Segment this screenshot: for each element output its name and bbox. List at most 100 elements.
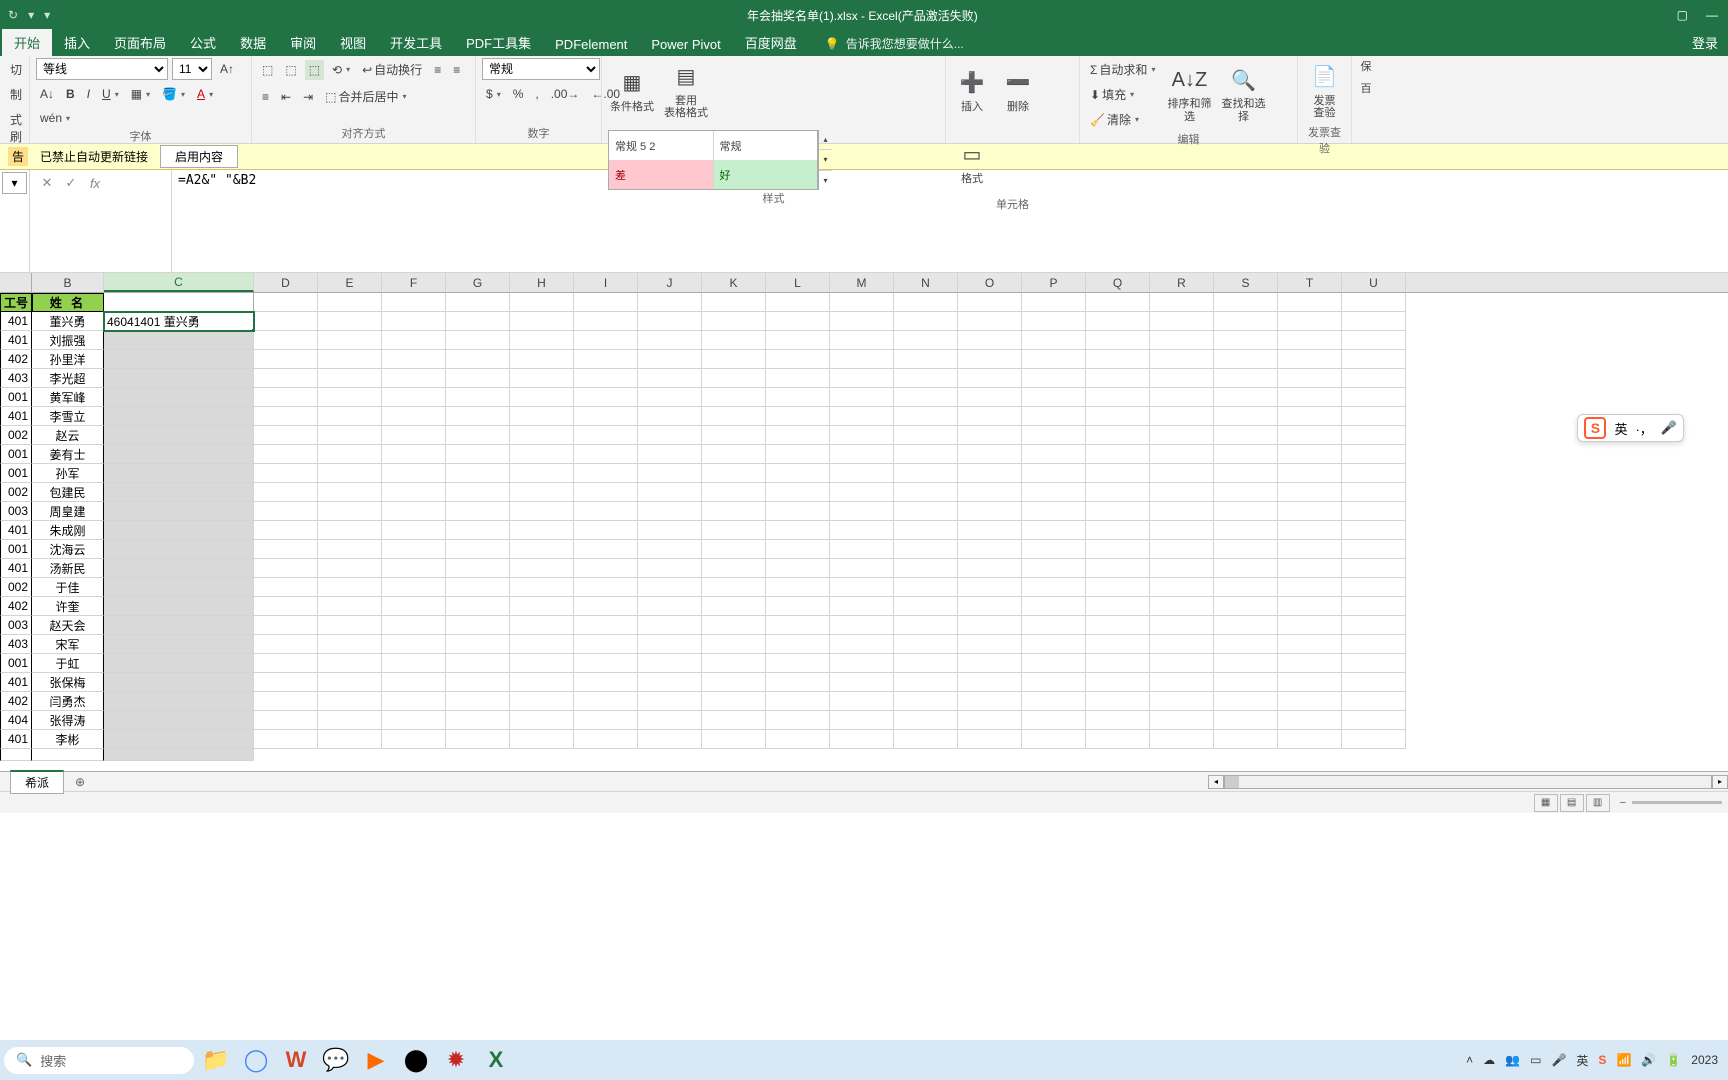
- cell[interactable]: [446, 483, 510, 502]
- cell[interactable]: [382, 692, 446, 711]
- cell[interactable]: [510, 616, 574, 635]
- tab-pdfelement[interactable]: PDFelement: [543, 33, 639, 56]
- cell[interactable]: [1150, 673, 1214, 692]
- cell[interactable]: [1022, 464, 1086, 483]
- cell[interactable]: [830, 559, 894, 578]
- insert-cells-button[interactable]: ➕ 插入: [952, 58, 992, 124]
- cell[interactable]: [1342, 502, 1406, 521]
- cell[interactable]: [446, 331, 510, 350]
- ribbon-display-icon[interactable]: ▢: [1677, 8, 1688, 22]
- cell-id[interactable]: 001: [0, 464, 32, 483]
- decrease-indent-icon[interactable]: ⇤: [277, 87, 295, 107]
- cell[interactable]: [638, 559, 702, 578]
- cell[interactable]: [510, 426, 574, 445]
- cell-name[interactable]: 闫勇杰: [32, 692, 104, 711]
- cell[interactable]: [766, 730, 830, 749]
- cell[interactable]: [318, 635, 382, 654]
- tab-formulas[interactable]: 公式: [178, 29, 228, 56]
- cell[interactable]: [766, 559, 830, 578]
- app-chrome[interactable]: ◯: [238, 1042, 274, 1078]
- cell[interactable]: [1214, 369, 1278, 388]
- horizontal-scrollbar[interactable]: ◂ ▸: [1208, 774, 1728, 790]
- cell[interactable]: [254, 635, 318, 654]
- cell[interactable]: [1278, 331, 1342, 350]
- cell[interactable]: [1086, 331, 1150, 350]
- cell[interactable]: [1214, 350, 1278, 369]
- selected-cell[interactable]: [104, 616, 254, 635]
- cell[interactable]: [766, 616, 830, 635]
- column-header-N[interactable]: N: [894, 273, 958, 292]
- cell[interactable]: [702, 464, 766, 483]
- cell[interactable]: [766, 350, 830, 369]
- cell[interactable]: [446, 369, 510, 388]
- cell[interactable]: [766, 369, 830, 388]
- cell[interactable]: [446, 654, 510, 673]
- decrease-font-icon[interactable]: A↓: [36, 84, 58, 104]
- cell[interactable]: [446, 502, 510, 521]
- cell[interactable]: [638, 483, 702, 502]
- cell[interactable]: [1086, 540, 1150, 559]
- gallery-down-icon[interactable]: ▾: [819, 150, 832, 170]
- cell[interactable]: [894, 312, 958, 331]
- selected-cell[interactable]: [104, 711, 254, 730]
- active-cell[interactable]: 46041401 董兴勇: [104, 312, 254, 331]
- cell[interactable]: [638, 730, 702, 749]
- cell[interactable]: [382, 464, 446, 483]
- cell[interactable]: [702, 445, 766, 464]
- cell[interactable]: [1086, 673, 1150, 692]
- cell[interactable]: [254, 331, 318, 350]
- cell[interactable]: [1022, 521, 1086, 540]
- cell[interactable]: [894, 711, 958, 730]
- cell[interactable]: [958, 597, 1022, 616]
- tray-wifi-icon[interactable]: 📶: [1616, 1053, 1631, 1067]
- selected-cell[interactable]: [104, 407, 254, 426]
- cell-name[interactable]: 李雪立: [32, 407, 104, 426]
- cell[interactable]: [894, 730, 958, 749]
- cell[interactable]: [1022, 483, 1086, 502]
- column-header-D[interactable]: D: [254, 273, 318, 292]
- cell[interactable]: [510, 293, 574, 312]
- cell[interactable]: [1214, 483, 1278, 502]
- cell[interactable]: [638, 331, 702, 350]
- cell[interactable]: [958, 616, 1022, 635]
- cell[interactable]: [1022, 730, 1086, 749]
- cell[interactable]: [1278, 369, 1342, 388]
- cell[interactable]: [318, 483, 382, 502]
- cell[interactable]: [958, 388, 1022, 407]
- cell[interactable]: [446, 407, 510, 426]
- cell-name[interactable]: 董兴勇: [32, 312, 104, 331]
- cell[interactable]: [510, 654, 574, 673]
- cell-id[interactable]: 001: [0, 540, 32, 559]
- cell[interactable]: [1342, 578, 1406, 597]
- cell[interactable]: [638, 616, 702, 635]
- cell[interactable]: [830, 711, 894, 730]
- cell[interactable]: [1150, 464, 1214, 483]
- cell[interactable]: [254, 407, 318, 426]
- cell[interactable]: [318, 388, 382, 407]
- selected-cell[interactable]: [104, 369, 254, 388]
- increase-decimal-icon[interactable]: .00→: [547, 84, 584, 104]
- cell[interactable]: [382, 483, 446, 502]
- cell[interactable]: [1278, 502, 1342, 521]
- cell[interactable]: [382, 369, 446, 388]
- cell[interactable]: [894, 540, 958, 559]
- cell[interactable]: [702, 673, 766, 692]
- cell[interactable]: [766, 654, 830, 673]
- cell[interactable]: [1022, 711, 1086, 730]
- cell[interactable]: [446, 559, 510, 578]
- tray-chevron-icon[interactable]: ˄: [1466, 1053, 1473, 1067]
- increase-indent-icon[interactable]: ⇥: [299, 87, 317, 107]
- cell[interactable]: [894, 388, 958, 407]
- cell[interactable]: [830, 540, 894, 559]
- cell[interactable]: [318, 578, 382, 597]
- increase-font-icon[interactable]: A↑: [216, 59, 238, 79]
- baidu-cloud-button[interactable]: 百: [1361, 80, 1372, 96]
- cell[interactable]: [830, 730, 894, 749]
- cell[interactable]: [958, 331, 1022, 350]
- autosum-button[interactable]: Σ 自动求和: [1086, 58, 1159, 81]
- cell[interactable]: [702, 597, 766, 616]
- cell[interactable]: [830, 407, 894, 426]
- cell[interactable]: [702, 616, 766, 635]
- cell[interactable]: [510, 483, 574, 502]
- column-header-U[interactable]: U: [1342, 273, 1406, 292]
